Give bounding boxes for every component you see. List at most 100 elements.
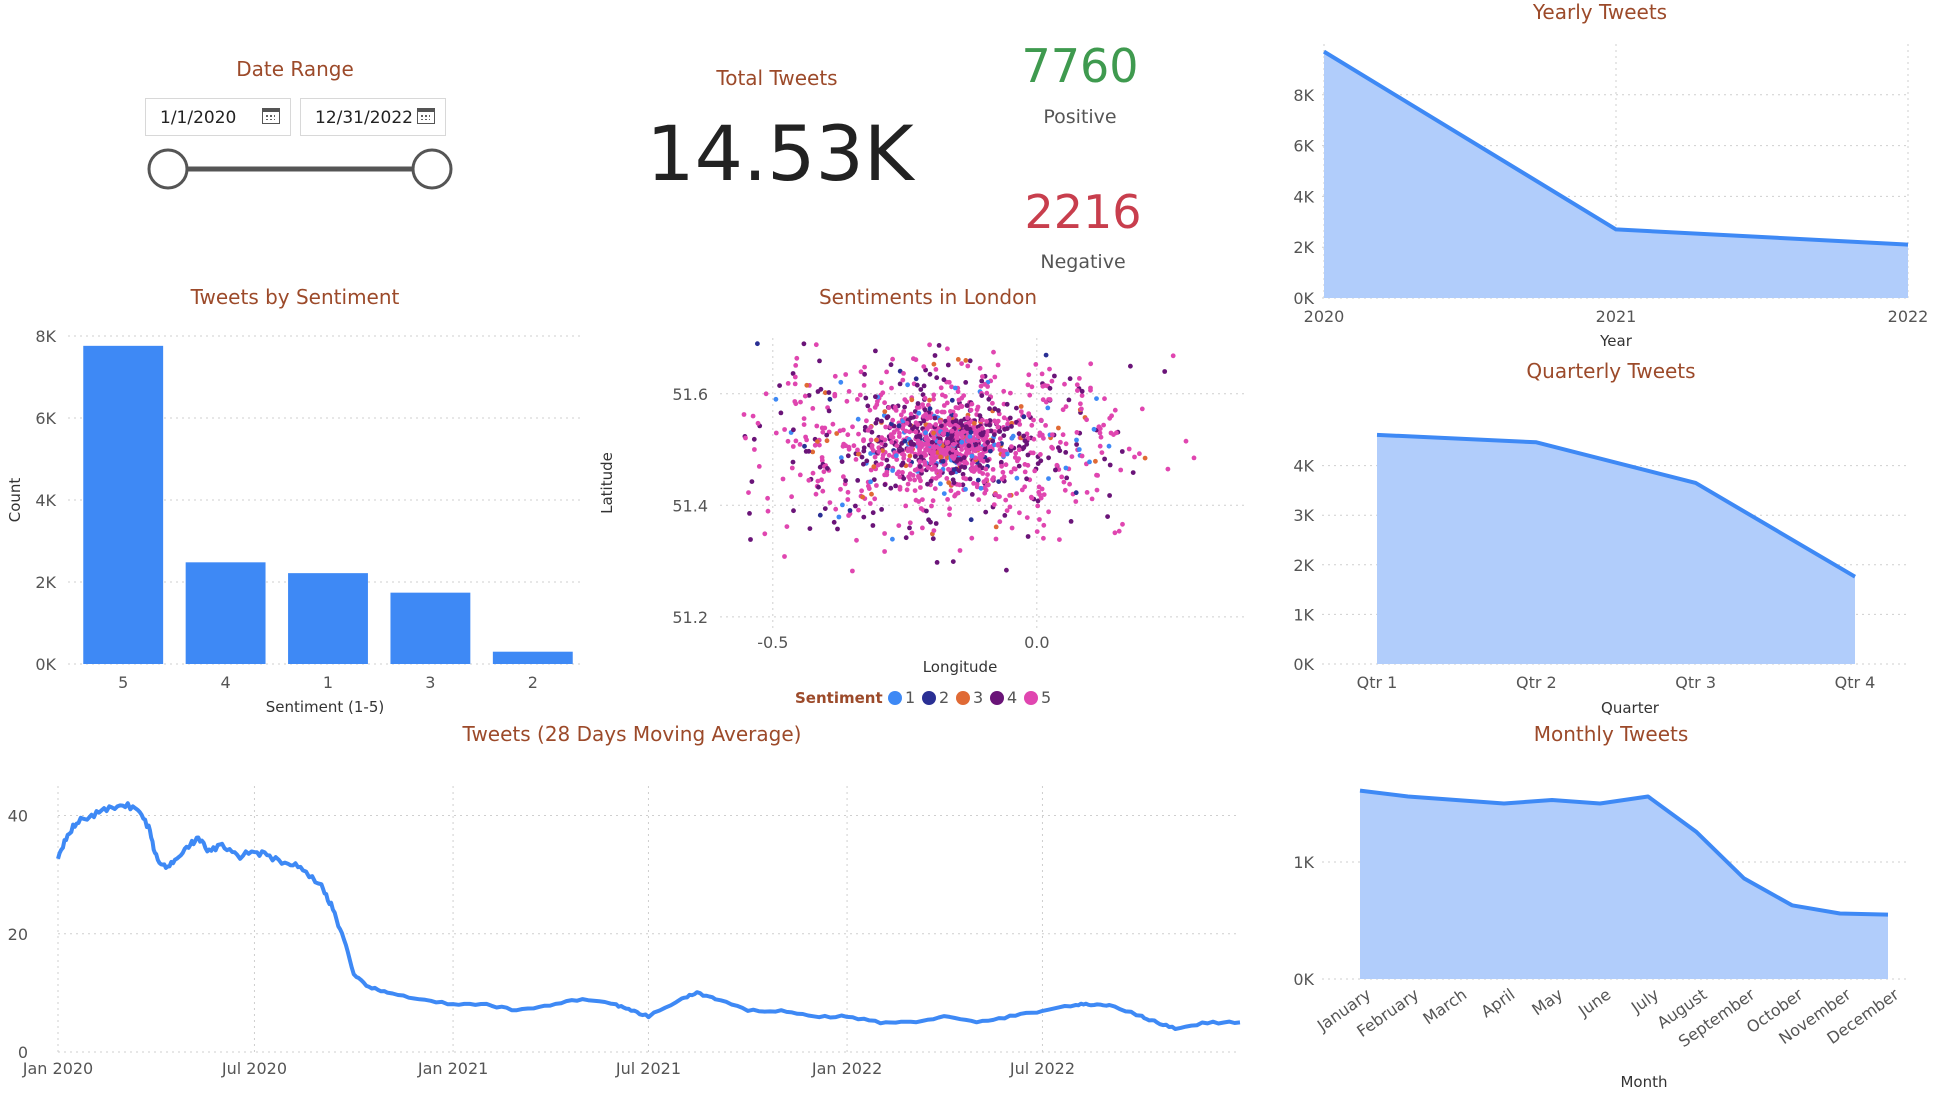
scatter-point [1096, 424, 1102, 430]
y-tick-label: 0K [1293, 970, 1314, 989]
scatter-point [882, 531, 887, 536]
scatter-point [890, 468, 895, 473]
scatter-point [1049, 444, 1054, 450]
scatter-point [980, 374, 985, 379]
legend-marker[interactable] [922, 691, 936, 705]
total-tweets-title: Total Tweets [715, 66, 837, 90]
scatter-point [853, 503, 858, 509]
scatter-point [969, 535, 975, 541]
scatter-point [1112, 407, 1118, 413]
scatter-point [999, 463, 1004, 469]
scatter-point [893, 453, 899, 459]
legend-marker[interactable] [1024, 691, 1038, 705]
scatter-point [991, 349, 996, 355]
bar[interactable] [492, 651, 573, 664]
scatter-point [985, 458, 990, 463]
scatter-point [976, 446, 982, 452]
scatter-point [1031, 417, 1036, 423]
scatter-point [944, 476, 950, 481]
scatter-point [934, 444, 940, 450]
legend-title: Sentiment [795, 689, 883, 707]
scatter-point [966, 443, 972, 449]
scatter-point [882, 409, 888, 414]
scatter-point [1035, 461, 1041, 466]
chart-title: Yearly Tweets [1532, 0, 1667, 24]
bar[interactable] [390, 592, 471, 664]
scatter-point [1017, 422, 1023, 427]
scatter-point [1047, 385, 1053, 391]
scatter-point [832, 393, 838, 399]
scatter-point [1030, 450, 1036, 456]
bar[interactable] [185, 562, 266, 664]
scatter-point [906, 457, 912, 463]
scatter-point [1004, 567, 1009, 573]
scatter-point [749, 479, 755, 484]
scatter-point [938, 454, 943, 460]
scatter-point [1009, 444, 1014, 449]
scatter-point [986, 396, 992, 402]
scatter-point [1111, 432, 1116, 437]
scatter-point [924, 442, 930, 448]
scatter-point [872, 496, 878, 502]
chart-title: Sentiments in London [819, 285, 1037, 309]
scatter-point [896, 423, 902, 429]
scatter-point [824, 432, 830, 438]
scatter-point [882, 437, 888, 443]
scatter-point [751, 436, 757, 442]
scatter-point [951, 480, 957, 486]
scatter-point [907, 520, 913, 526]
scatter-point [879, 507, 884, 512]
x-tick-label: Qtr 4 [1835, 673, 1876, 692]
scatter-point [873, 394, 878, 400]
scatter-point [1162, 369, 1168, 374]
scatter-point [868, 437, 874, 443]
scatter-point [1009, 525, 1015, 531]
scatter-point [978, 383, 984, 389]
scatter-point [847, 508, 853, 513]
scatter-point [870, 510, 876, 516]
legend-marker[interactable] [990, 691, 1004, 705]
scatter-point [948, 488, 954, 494]
date-slider-end-handle[interactable] [411, 148, 453, 190]
legend-marker[interactable] [888, 691, 902, 705]
scatter-point [1079, 453, 1085, 459]
scatter-point [815, 478, 821, 484]
scatter-point [979, 425, 985, 431]
bar[interactable] [288, 573, 368, 664]
scatter-point [897, 486, 903, 492]
scatter-point [825, 466, 830, 471]
scatter-point [1093, 458, 1098, 464]
legend-marker[interactable] [956, 691, 970, 705]
scatter-point [990, 477, 995, 482]
scatter-point [1074, 437, 1079, 443]
y-tick-label: 2K [1293, 238, 1314, 257]
scatter-point [913, 376, 919, 382]
scatter-point [912, 477, 917, 483]
scatter-point [1002, 426, 1008, 432]
scatter-point [752, 447, 757, 452]
scatter-point [1165, 466, 1171, 472]
x-tick-label: Jan 2022 [811, 1059, 882, 1078]
quarterly-tweets-chart: Quarterly Tweets 0K 1K 2K 3K 4K Qtr 1 Qtr 2 Qtr … [1293, 359, 1910, 717]
scatter-point [1076, 447, 1082, 452]
scatter-point [923, 430, 928, 436]
scatter-point [867, 407, 873, 413]
dashboard: 1/1/2020 12/31/2022 Date Range Total Twe… [0, 0, 1952, 1096]
scatter-point [890, 417, 896, 423]
scatter-point [990, 400, 995, 406]
scatter-point [1038, 452, 1043, 457]
scatter-point [901, 409, 907, 414]
date-slider-start-handle[interactable] [147, 148, 189, 190]
scatter-point [977, 413, 983, 419]
scatter-point [904, 399, 910, 405]
scatter-point [946, 466, 951, 472]
moving-average-line[interactable] [56, 801, 1241, 1031]
scatter-point [977, 455, 982, 460]
scatter-point [1001, 388, 1007, 394]
scatter-point [857, 392, 863, 398]
scatter-point [886, 405, 892, 411]
bar[interactable] [83, 345, 164, 664]
scatter-point [980, 417, 985, 423]
scatter-point [984, 482, 990, 488]
scatter-point [963, 358, 969, 363]
